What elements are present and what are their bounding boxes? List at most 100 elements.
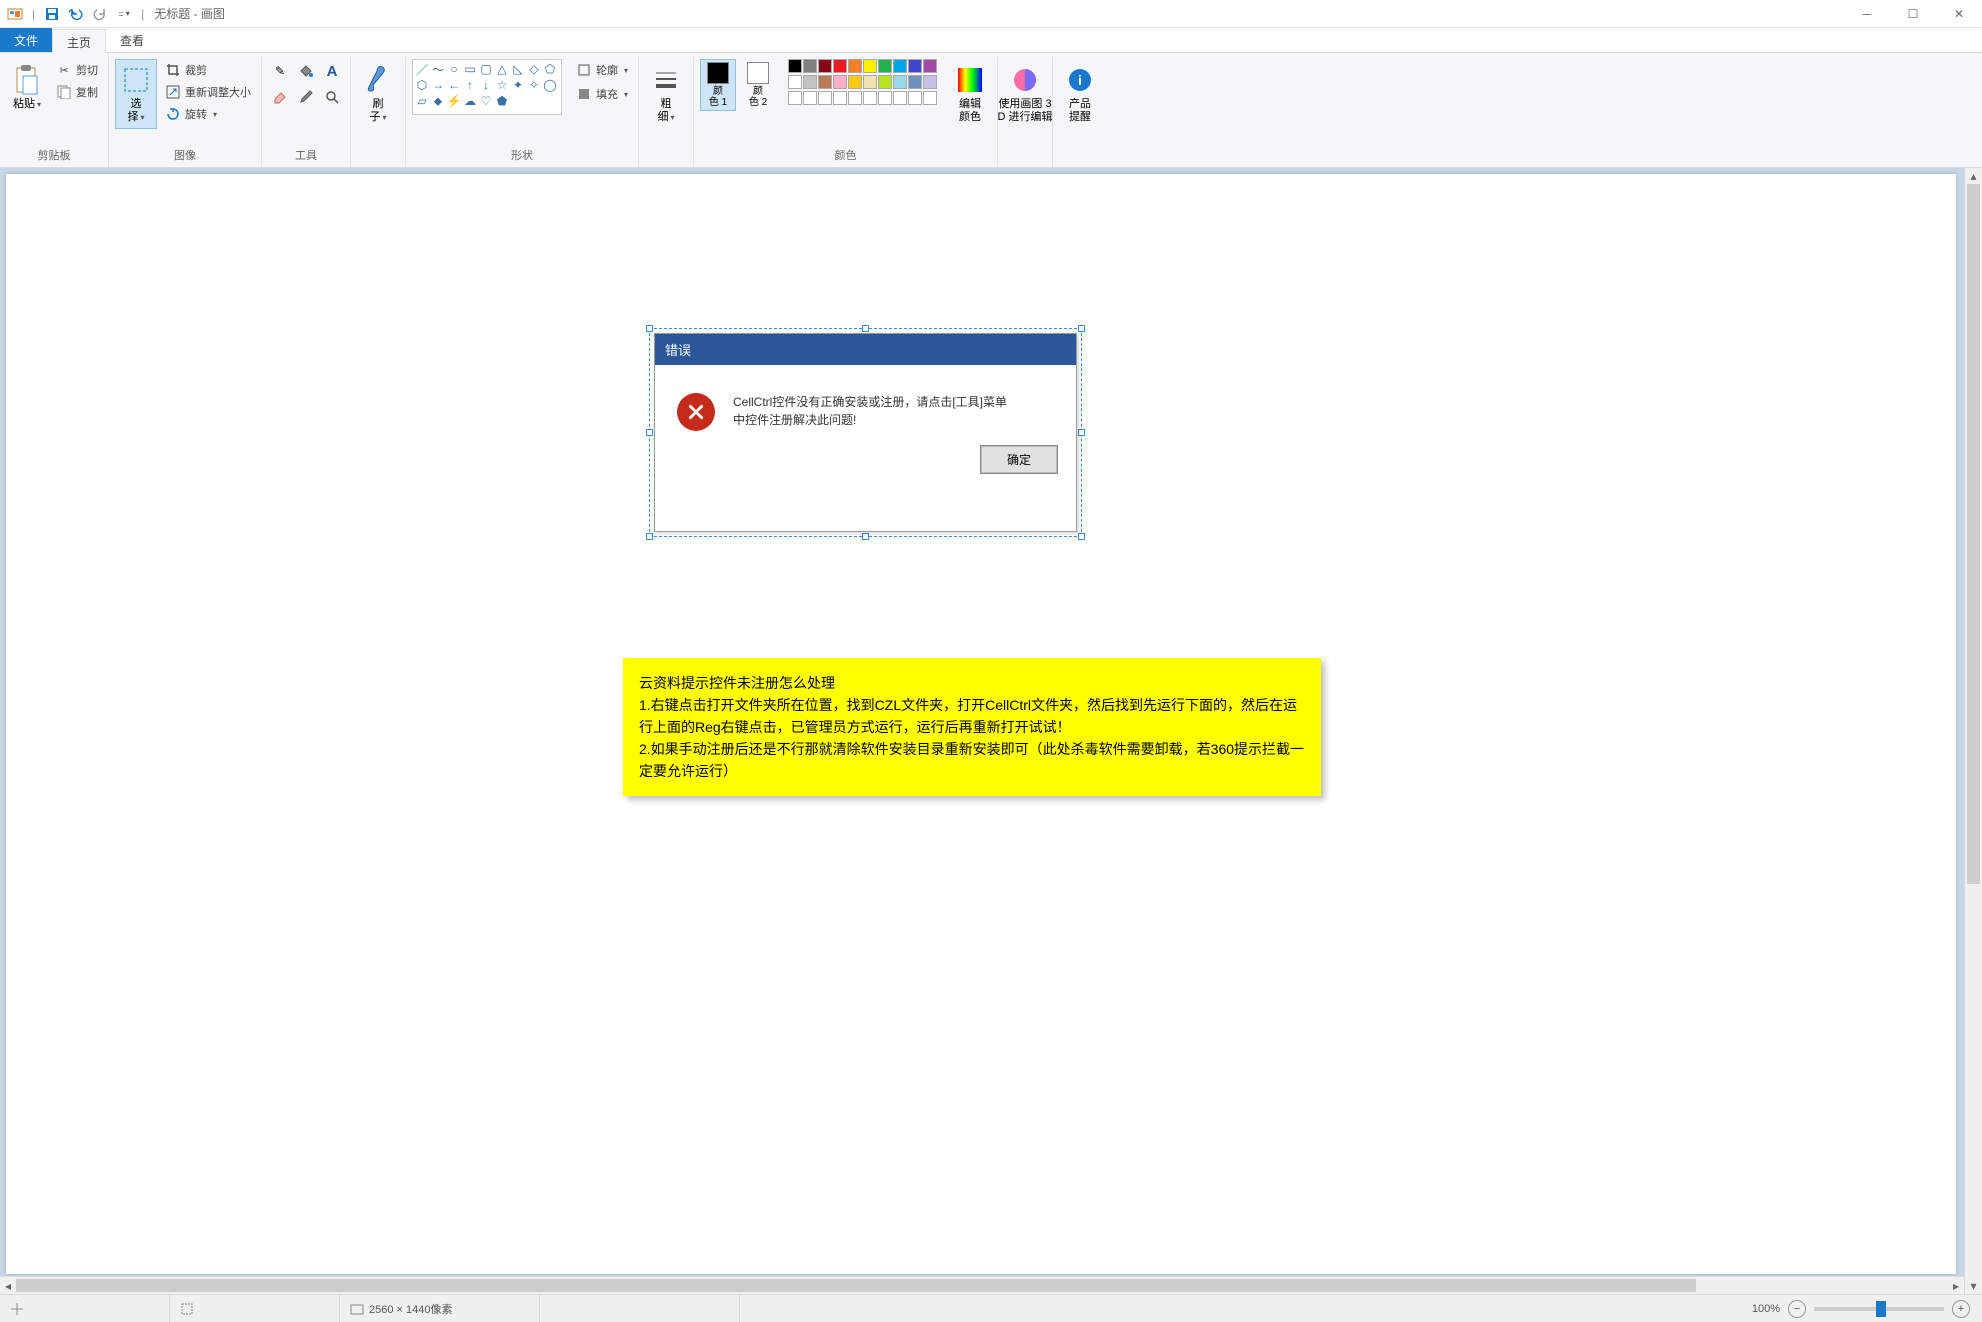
group-image: 选 择 裁剪 重新调整大小 旋转 图像 <box>109 57 262 167</box>
brushes-button[interactable]: 刷 子 <box>357 59 399 129</box>
rotate-button[interactable]: 旋转 <box>161 103 255 125</box>
scroll-up-icon[interactable]: ▴ <box>1965 168 1982 184</box>
select-button[interactable]: 选 择 <box>115 59 157 129</box>
edit-colors-button[interactable]: 编辑 颜色 <box>949 59 991 129</box>
brush-icon <box>362 64 394 96</box>
status-filesize <box>540 1295 740 1322</box>
magnifier-tool[interactable] <box>320 85 344 109</box>
shapes-gallery[interactable]: ／〜○▭▢△◺◇ ⬠⬡→←↑↓☆✦ ✧◯▱⬥⚡☁♡⬟ <box>412 59 562 115</box>
selection-marquee[interactable]: 错误 CellCtrl控件没有正确安装或注册，请点击[工具]菜单中控件注册解决此… <box>649 328 1082 537</box>
color-swatch[interactable] <box>788 91 802 105</box>
color-swatch[interactable] <box>908 75 922 89</box>
zoom-slider-thumb[interactable] <box>1876 1301 1886 1317</box>
color2-button[interactable]: 颜 色 2 <box>740 59 776 111</box>
crop-icon <box>165 62 181 78</box>
zoom-out-button[interactable]: − <box>1788 1300 1806 1318</box>
group-tools: ✎ A 工具 <box>262 57 351 167</box>
edit-colors-icon <box>954 64 986 96</box>
color-swatch[interactable] <box>893 75 907 89</box>
product-alert-button[interactable]: i 产品 提醒 <box>1059 59 1101 129</box>
shape-fill-button[interactable]: 填充 <box>572 83 632 105</box>
picker-tool[interactable] <box>294 85 318 109</box>
cut-button[interactable]: ✂剪切 <box>52 59 102 81</box>
color-swatch[interactable] <box>923 91 937 105</box>
scroll-right-icon[interactable]: ▸ <box>1948 1277 1964 1294</box>
scroll-left-icon[interactable]: ◂ <box>0 1277 16 1294</box>
maximize-button[interactable]: ☐ <box>1890 0 1936 28</box>
zoom-slider[interactable] <box>1814 1307 1944 1311</box>
group-paint3d: 使用画图 3 D 进行编辑 <box>998 57 1053 167</box>
color1-button[interactable]: 颜 色 1 <box>700 59 736 111</box>
horizontal-scrollbar[interactable]: ◂ ▸ <box>0 1276 1964 1294</box>
color-swatch[interactable] <box>908 59 922 73</box>
save-icon[interactable] <box>41 3 63 25</box>
paste-icon <box>11 64 43 96</box>
info-icon: i <box>1064 64 1096 96</box>
dialog-message: CellCtrl控件没有正确安装或注册，请点击[工具]菜单中控件注册解决此问题! <box>733 393 1013 429</box>
color-swatch[interactable] <box>893 59 907 73</box>
paint3d-button[interactable]: 使用画图 3 D 进行编辑 <box>1004 59 1046 129</box>
fill-tool[interactable] <box>294 59 318 83</box>
note-line1: 云资料提示控件未注册怎么处理 <box>639 672 1305 694</box>
color-swatch[interactable] <box>923 75 937 89</box>
hscroll-thumb[interactable] <box>16 1279 1696 1292</box>
pencil-tool[interactable]: ✎ <box>268 59 292 83</box>
app-icon <box>4 3 26 25</box>
color-swatch[interactable] <box>833 75 847 89</box>
color-swatch[interactable] <box>893 91 907 105</box>
redo-icon[interactable] <box>89 3 111 25</box>
status-selection-size <box>170 1295 340 1322</box>
canvas[interactable]: 错误 CellCtrl控件没有正确安装或注册，请点击[工具]菜单中控件注册解决此… <box>6 174 1956 1274</box>
color-swatch[interactable] <box>863 59 877 73</box>
group-brushes: 刷 子 <box>351 57 406 167</box>
text-tool[interactable]: A <box>320 59 344 83</box>
tab-view[interactable]: 查看 <box>106 28 158 52</box>
color-swatch[interactable] <box>803 59 817 73</box>
color-swatch[interactable] <box>833 59 847 73</box>
color-swatch[interactable] <box>848 91 862 105</box>
resize-icon <box>165 84 181 100</box>
color-swatch[interactable] <box>863 75 877 89</box>
color-swatch[interactable] <box>788 75 802 89</box>
error-icon <box>677 393 715 431</box>
rotate-icon <box>165 106 181 122</box>
paint3d-icon <box>1009 64 1041 96</box>
color-swatch[interactable] <box>878 59 892 73</box>
color-swatch[interactable] <box>848 59 862 73</box>
color-swatch[interactable] <box>908 91 922 105</box>
crop-button[interactable]: 裁剪 <box>161 59 255 81</box>
color-swatch[interactable] <box>818 91 832 105</box>
vertical-scrollbar[interactable]: ▴ ▾ <box>1964 168 1982 1294</box>
color-swatch[interactable] <box>848 75 862 89</box>
size-button[interactable]: 粗 细 <box>645 59 687 129</box>
color-swatch[interactable] <box>923 59 937 73</box>
color-swatch[interactable] <box>818 75 832 89</box>
paste-button[interactable]: 粘贴 <box>6 59 48 116</box>
color-swatch[interactable] <box>803 91 817 105</box>
vscroll-thumb[interactable] <box>1967 184 1980 884</box>
scroll-down-icon[interactable]: ▾ <box>1965 1278 1982 1294</box>
undo-icon[interactable] <box>65 3 87 25</box>
zoom-in-button[interactable]: + <box>1952 1300 1970 1318</box>
qat-customize-icon[interactable]: = <box>113 3 135 25</box>
close-button[interactable]: ✕ <box>1936 0 1982 28</box>
minimize-button[interactable]: ─ <box>1844 0 1890 28</box>
color-swatch[interactable] <box>863 91 877 105</box>
color-swatch[interactable] <box>878 75 892 89</box>
color-swatch[interactable] <box>788 59 802 73</box>
tab-home[interactable]: 主页 <box>52 29 106 53</box>
eraser-tool[interactable] <box>268 85 292 109</box>
cut-icon: ✂ <box>56 62 72 78</box>
resize-button[interactable]: 重新调整大小 <box>161 81 255 103</box>
color-palette <box>788 59 937 105</box>
work-area[interactable]: 错误 CellCtrl控件没有正确安装或注册，请点击[工具]菜单中控件注册解决此… <box>0 168 1964 1294</box>
tab-file[interactable]: 文件 <box>0 28 52 52</box>
color-swatch[interactable] <box>803 75 817 89</box>
shape-outline-button[interactable]: 轮廓 <box>572 59 632 81</box>
color-swatch[interactable] <box>833 91 847 105</box>
size-icon <box>650 64 682 96</box>
copy-button[interactable]: 复制 <box>52 81 102 103</box>
color-swatch[interactable] <box>878 91 892 105</box>
fill-icon <box>576 86 592 102</box>
color-swatch[interactable] <box>818 59 832 73</box>
